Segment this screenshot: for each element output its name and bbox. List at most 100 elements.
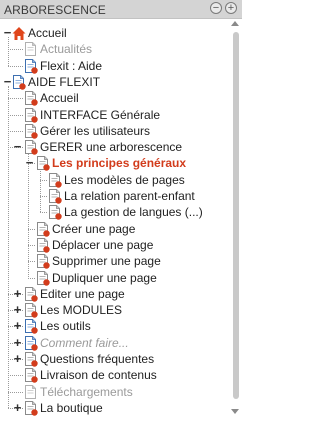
scroll-thumb[interactable] [233,32,239,399]
tree-connector-line [8,375,23,377]
tree-item-label[interactable]: Flexit : Aide [40,58,102,74]
tree-item-label[interactable]: Les modèles de pages [64,172,185,188]
doc-red-icon [48,189,62,204]
tree-item[interactable]: + Comment faire... [0,335,228,351]
collapse-all-button[interactable]: − [210,2,222,14]
tree-item[interactable]: − Les principes généraux [0,155,228,172]
tree-item-label[interactable]: Dupliquer une page [52,270,157,286]
tree-item[interactable]: Flexit : Aide [0,58,228,74]
doc-red-icon [36,270,50,286]
doc-red-icon [36,156,50,172]
doc-red-icon [48,172,62,188]
tree-connector-line [28,244,35,246]
doc-red-icon [24,140,38,155]
tree-item[interactable]: Téléchargements [0,384,228,400]
expand-node-toggle[interactable]: + [13,302,22,318]
doc-red-icon [24,123,38,139]
tree-item[interactable]: La relation parent-enfant [0,188,228,204]
tree-item[interactable]: Livraison de contenus [0,367,228,383]
tree-item[interactable]: + Editer une page [0,286,228,302]
collapse-node-toggle[interactable]: − [13,139,22,155]
expand-node-toggle[interactable]: + [13,335,22,351]
tree-item-label[interactable]: Déplacer une page [52,237,153,253]
tree-item[interactable]: Gérer les utilisateurs [0,123,228,139]
doc-red-icon [24,91,38,106]
tree-connector-line [8,130,23,132]
tree-item-label[interactable]: La relation parent-enfant [64,188,195,204]
scroll-up-arrow-icon[interactable] [231,21,239,26]
doc-red-icon [24,286,38,302]
doc-blue-icon [24,58,38,74]
expand-all-button[interactable]: + [225,2,237,14]
doc-red-icon [24,368,38,383]
doc-blue-icon [12,74,26,90]
tree-connector-line [8,98,23,100]
panel-title: ARBORESCENCE [4,3,106,17]
expand-node-toggle[interactable]: + [13,351,22,367]
collapse-node-toggle[interactable]: − [3,25,12,41]
tree-item[interactable]: + Les outils [0,318,228,335]
tree-item-label[interactable]: La gestion de langues (...) [64,204,203,220]
doc-red-icon [24,400,38,416]
home-icon [12,26,26,41]
tree-item-label[interactable]: GERER une arborescence [40,139,182,155]
scroll-down-arrow-icon[interactable] [231,409,239,414]
tree-item-label[interactable]: Gérer les utilisateurs [40,123,150,139]
tree-item[interactable]: + Questions fréquentes [0,351,228,367]
tree-connector-line [28,277,35,279]
tree-item-label[interactable]: Editer une page [40,286,125,302]
tree-item-label[interactable]: Livraison de contenus [40,367,157,383]
tree-connector-line [8,114,23,116]
tree-item[interactable]: La gestion de langues (...) [0,204,228,220]
collapse-node-toggle[interactable]: − [3,74,12,90]
doc-blue-icon [24,335,38,351]
tree-item-label[interactable]: INTERFACE Générale [40,107,160,123]
expand-node-toggle[interactable]: + [13,400,22,416]
tree-item-label[interactable]: Créer une page [52,221,135,237]
tree-view: − Accueil Actualités Flexit : Aide − AIDE FLE… [0,19,228,423]
tree-item-label[interactable]: Comment faire... [40,335,129,351]
tree-item[interactable]: − GERER une arborescence [0,139,228,155]
doc-red-icon [48,205,62,220]
tree-item-label[interactable]: Téléchargements [40,384,133,400]
tree-item-label[interactable]: Supprimer une page [52,253,161,269]
tree-item[interactable]: Accueil [0,90,228,106]
tree-item-label[interactable]: Les MODULES [40,302,122,318]
doc-red-icon [36,237,50,253]
tree-item[interactable]: Les modèles de pages [0,172,228,188]
doc-red-icon [36,254,50,269]
tree-item[interactable]: − Accueil [0,25,228,41]
doc-grey-icon [24,384,38,400]
tree-item-label[interactable]: Les outils [40,318,91,334]
tree-item[interactable]: − AIDE FLEXIT [0,74,228,90]
tree-item-label[interactable]: La boutique [40,400,103,416]
tree-item-label[interactable]: Accueil [28,25,67,41]
doc-red-icon [36,221,50,237]
tree-item[interactable]: Créer une page [0,221,228,237]
tree-item-label[interactable]: AIDE FLEXIT [28,74,100,90]
doc-grey-icon [24,42,38,57]
tree-item-label[interactable]: Questions fréquentes [40,351,154,367]
expand-node-toggle[interactable]: + [13,286,22,302]
tree-connector-line [40,212,47,214]
panel-header: ARBORESCENCE − + [0,0,242,19]
vertical-scrollbar[interactable] [229,19,242,423]
tree-item[interactable]: Actualités [0,41,228,57]
tree-connector-line [28,261,35,263]
tree-item[interactable]: Déplacer une page [0,237,228,253]
doc-red-icon [24,107,38,123]
tree-item-label[interactable]: Actualités [40,41,92,57]
tree-item-label[interactable]: Accueil [40,90,79,106]
tree-item-label[interactable]: Les principes généraux [52,155,186,171]
tree-connector-line [40,196,47,197]
doc-red-icon [24,352,38,367]
tree-item[interactable]: + La boutique [0,400,228,416]
tree-item[interactable]: Supprimer une page [0,253,228,269]
collapse-node-toggle[interactable]: − [25,155,34,171]
tree-item[interactable]: Dupliquer une page [0,270,228,286]
tree-connector-line [28,228,35,230]
tree-connector-line [8,391,23,393]
expand-node-toggle[interactable]: + [13,318,22,334]
tree-item[interactable]: INTERFACE Générale [0,107,228,123]
tree-item[interactable]: + Les MODULES [0,302,228,318]
